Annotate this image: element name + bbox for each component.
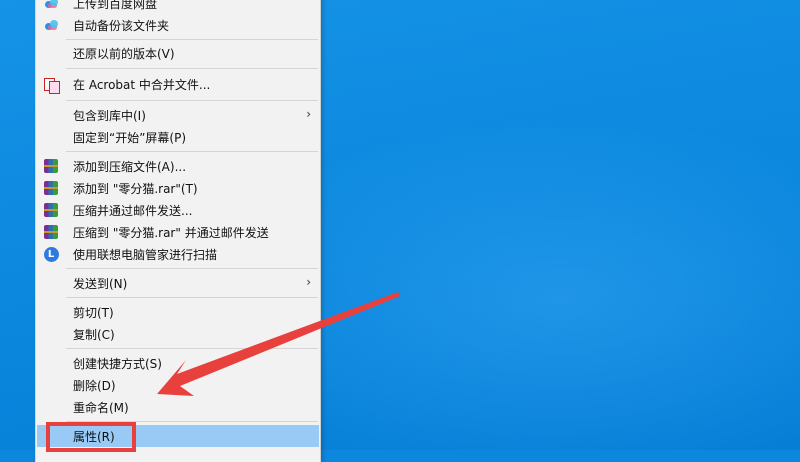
annotation-arrow-shape [157, 292, 400, 396]
annotation-arrow [157, 292, 400, 396]
